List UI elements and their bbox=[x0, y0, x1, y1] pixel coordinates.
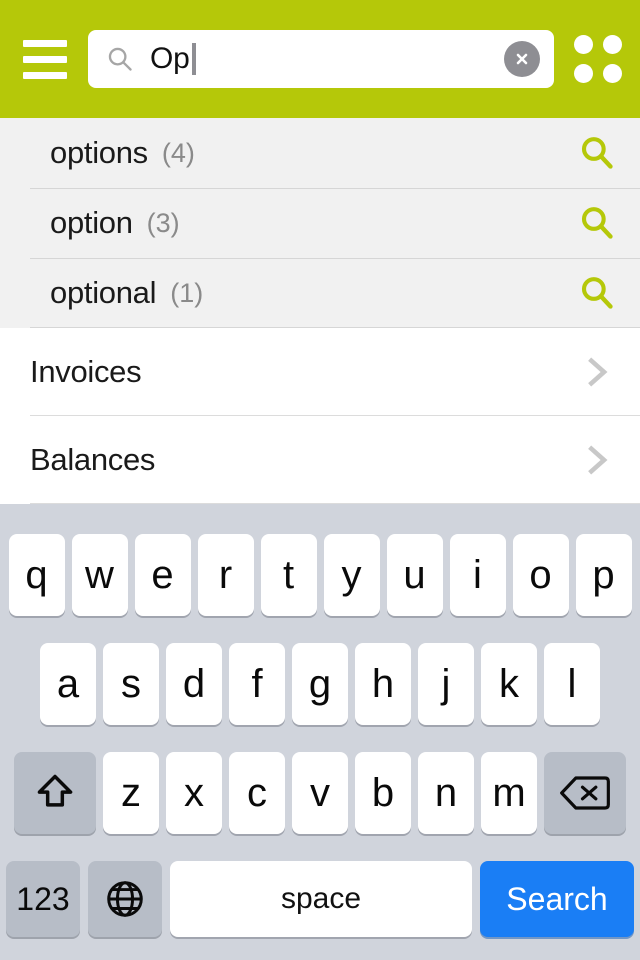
hamburger-menu-icon[interactable] bbox=[14, 28, 76, 90]
key-s[interactable]: s bbox=[103, 642, 159, 725]
close-icon bbox=[516, 53, 528, 65]
key-b[interactable]: b bbox=[355, 751, 411, 834]
grid-dot bbox=[574, 35, 593, 54]
keyboard-row-1: q w e r t y u i o p bbox=[0, 520, 640, 629]
suggestion-count: (3) bbox=[146, 207, 180, 238]
key-o[interactable]: o bbox=[512, 533, 569, 616]
key-f[interactable]: f bbox=[229, 642, 285, 725]
search-input-value: Op bbox=[150, 43, 190, 75]
search-input[interactable]: Op bbox=[88, 30, 554, 88]
suggestion-count: (4) bbox=[161, 137, 195, 168]
list-item-label: Invoices bbox=[30, 354, 142, 389]
key-e[interactable]: e bbox=[134, 533, 191, 616]
text-cursor bbox=[191, 43, 196, 75]
chevron-right-icon bbox=[588, 445, 608, 475]
suggestion-row[interactable]: option (3) bbox=[0, 188, 640, 258]
key-l[interactable]: l bbox=[544, 642, 600, 725]
app-root: Op options (4) option (3) optional (1) I… bbox=[0, 0, 640, 960]
key-p[interactable]: p bbox=[575, 533, 632, 616]
chevron-right-icon bbox=[588, 357, 608, 387]
hamburger-bar bbox=[23, 55, 67, 63]
numeric-switch-key[interactable]: 123 bbox=[6, 860, 80, 937]
suggestion-count: (1) bbox=[170, 277, 204, 308]
key-n[interactable]: n bbox=[418, 751, 474, 834]
suggestion-label: optional bbox=[50, 275, 157, 310]
key-h[interactable]: h bbox=[355, 642, 411, 725]
key-j[interactable]: j bbox=[418, 642, 474, 725]
hamburger-bar bbox=[23, 71, 67, 79]
search-icon[interactable] bbox=[578, 274, 616, 312]
key-k[interactable]: k bbox=[481, 642, 537, 725]
key-y[interactable]: y bbox=[323, 533, 380, 616]
key-t[interactable]: t bbox=[260, 533, 317, 616]
key-d[interactable]: d bbox=[166, 642, 222, 725]
key-w[interactable]: w bbox=[71, 533, 128, 616]
globe-language-icon bbox=[107, 880, 143, 917]
hamburger-bar bbox=[23, 39, 67, 47]
suggestion-row[interactable]: options (4) bbox=[0, 118, 640, 188]
suggestion-label: option bbox=[50, 205, 133, 240]
globe-key[interactable] bbox=[88, 860, 162, 937]
grid-dot bbox=[603, 64, 622, 83]
on-screen-keyboard: q w e r t y u i o p a s d f g h j k l z … bbox=[0, 504, 640, 960]
key-u[interactable]: u bbox=[386, 533, 443, 616]
search-input-value-wrap: Op bbox=[134, 43, 504, 75]
search-icon bbox=[108, 47, 132, 71]
key-c[interactable]: c bbox=[229, 751, 285, 834]
search-suggestions-list: options (4) option (3) optional (1) bbox=[0, 118, 640, 328]
search-icon[interactable] bbox=[578, 134, 616, 172]
grid-dot bbox=[574, 64, 593, 83]
key-i[interactable]: i bbox=[449, 533, 506, 616]
list-item-label: Balances bbox=[30, 442, 156, 477]
navigation-list: Invoices Balances bbox=[0, 328, 640, 504]
list-item[interactable]: Invoices bbox=[0, 328, 640, 416]
key-x[interactable]: x bbox=[166, 751, 222, 834]
backspace-delete-icon bbox=[560, 775, 610, 810]
list-item[interactable]: Balances bbox=[0, 416, 640, 504]
suggestion-label: options bbox=[50, 135, 148, 170]
grid-dot bbox=[603, 35, 622, 54]
search-action-key[interactable]: Search bbox=[480, 860, 634, 937]
key-g[interactable]: g bbox=[292, 642, 348, 725]
shift-arrow-icon bbox=[37, 774, 73, 807]
key-r[interactable]: r bbox=[197, 533, 254, 616]
key-q[interactable]: q bbox=[8, 533, 65, 616]
shift-key[interactable] bbox=[14, 751, 96, 834]
key-z[interactable]: z bbox=[103, 751, 159, 834]
search-icon[interactable] bbox=[578, 204, 616, 242]
key-a[interactable]: a bbox=[40, 642, 96, 725]
keyboard-row-3: z x c v b n m bbox=[0, 738, 640, 847]
suggestion-row[interactable]: optional (1) bbox=[0, 258, 640, 328]
app-header: Op bbox=[0, 0, 640, 118]
backspace-key[interactable] bbox=[544, 751, 626, 834]
clear-circle-icon[interactable] bbox=[504, 41, 540, 77]
keyboard-row-4: 123 space Search bbox=[0, 847, 640, 960]
space-key[interactable]: space bbox=[170, 860, 472, 937]
key-m[interactable]: m bbox=[481, 751, 537, 834]
grid-apps-icon[interactable] bbox=[570, 31, 626, 87]
keyboard-row-2: a s d f g h j k l bbox=[0, 629, 640, 738]
key-v[interactable]: v bbox=[292, 751, 348, 834]
